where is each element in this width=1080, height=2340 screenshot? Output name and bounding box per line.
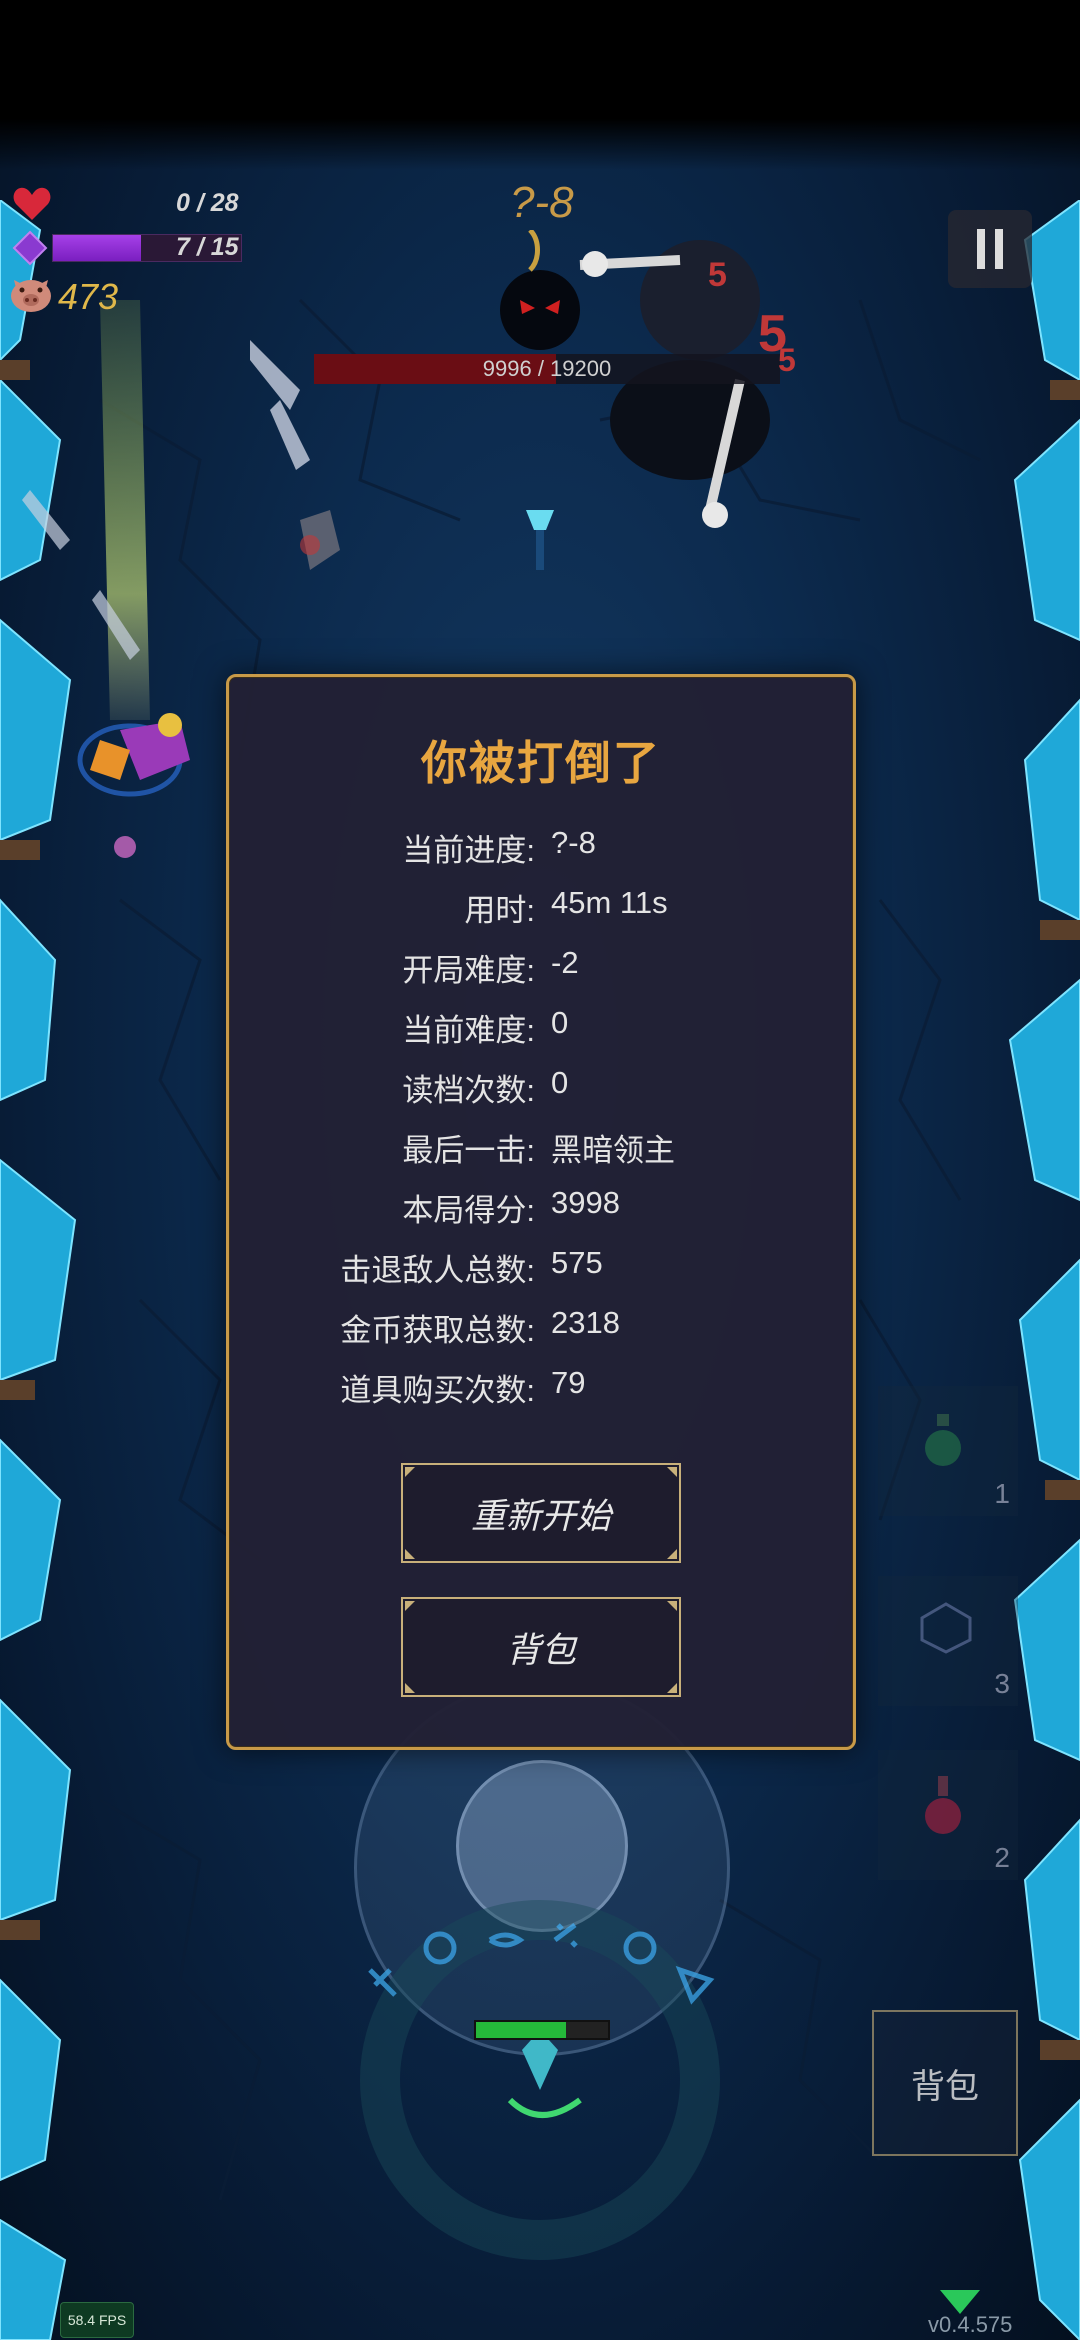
skill-ring	[360, 1900, 720, 2260]
dice-icon	[920, 1602, 972, 1654]
stat-label: 最后一击:	[402, 1133, 535, 1168]
item-slot[interactable]: 3	[878, 1576, 1018, 1706]
top-fade	[0, 0, 1080, 170]
restart-button[interactable]: 重新开始	[401, 1463, 681, 1563]
pause-icon-bar	[995, 229, 1003, 269]
stat-label: 击退敌人总数:	[340, 1253, 535, 1288]
loot-orb	[114, 836, 136, 858]
stat-value: 79	[551, 1365, 586, 1400]
stat-value: 575	[551, 1245, 603, 1280]
item-slot[interactable]: 2	[878, 1750, 1018, 1880]
enemy-sprite	[300, 510, 340, 570]
item-slot[interactable]: 1	[878, 1386, 1018, 1516]
stat-label: 道具购买次数:	[340, 1373, 535, 1408]
item-slot-count: 2	[994, 1842, 1010, 1873]
stat-value: 0	[551, 1065, 569, 1100]
stat-row: 当前难度: 0	[229, 997, 853, 1057]
damage-number: 5	[708, 256, 727, 294]
stat-row: 用时: 45m 11s	[229, 877, 853, 937]
restart-button-label: 重新开始	[470, 1496, 611, 1536]
stats-list: 当前进度: ?-8 用时: 45m 11s 开局难度: -2 当前难度: 0 读档次数: 0 最后一…	[229, 817, 853, 1417]
pause-icon-bar	[977, 229, 985, 269]
stat-value: 2318	[551, 1305, 620, 1340]
player-health-bar	[474, 2020, 610, 2040]
stat-row: 当前进度: ?-8	[229, 817, 853, 877]
mana-gem-icon	[12, 230, 48, 266]
stat-row: 本局得分: 3998	[229, 1177, 853, 1237]
bag-dialog-button[interactable]: 背包	[401, 1597, 681, 1697]
stat-row: 击退敌人总数: 575	[229, 1237, 853, 1297]
item-slot-count: 1	[994, 1478, 1010, 1509]
item-slot-count: 3	[994, 1668, 1010, 1699]
mana-bar-fill	[53, 235, 142, 261]
stat-value: 3998	[551, 1185, 620, 1220]
stat-value: 黑暗领主	[551, 1133, 675, 1168]
corner-ornament	[667, 1467, 677, 1477]
corner-ornament	[667, 1601, 677, 1611]
stat-label: 当前进度:	[402, 833, 535, 868]
corner-ornament	[405, 1683, 415, 1693]
fps-counter: 58.4 FPS	[60, 2302, 134, 2338]
level-indicator: ?-8	[510, 178, 574, 227]
corner-ornament	[405, 1601, 415, 1611]
coin-counter: 473	[58, 276, 119, 317]
defeat-dialog: 你被打倒了 当前进度: ?-8 用时: 45m 11s 开局难度: -2 当前难度: 0 读档次…	[226, 674, 856, 1750]
pause-button[interactable]	[948, 210, 1032, 288]
corner-ornament	[405, 1549, 415, 1559]
stat-value: 0	[551, 1005, 569, 1040]
stat-row: 开局难度: -2	[229, 937, 853, 997]
dialog-title: 你被打倒了	[421, 737, 661, 789]
stat-value: -2	[551, 945, 579, 980]
stat-row: 最后一击: 黑暗领主	[229, 1117, 853, 1177]
boss-health-bar: 9996 / 19200	[314, 354, 780, 384]
potion-green-icon	[925, 1414, 961, 1466]
stat-label: 金币获取总数:	[340, 1313, 535, 1348]
stat-label: 本局得分:	[402, 1193, 535, 1228]
corner-ornament	[667, 1683, 677, 1693]
triangle-marker-icon	[940, 2290, 980, 2314]
player-character	[77, 713, 190, 797]
damage-number: 5	[778, 342, 796, 378]
version-label: v0.4.575	[928, 2312, 1013, 2337]
stat-row: 读档次数: 0	[229, 1057, 853, 1117]
mana-counter: 7 / 15	[176, 233, 239, 261]
boss-health-text: 9996 / 19200	[482, 356, 612, 381]
stat-row: 道具购买次数: 79	[229, 1357, 853, 1417]
corner-ornament	[405, 1467, 415, 1477]
stat-label: 读档次数:	[402, 1073, 535, 1108]
stat-label: 开局难度:	[402, 953, 535, 988]
boss-dark-lord	[500, 230, 770, 528]
bag-dialog-button-label: 背包	[505, 1630, 576, 1670]
hp-counter: 0 / 28	[176, 189, 239, 217]
heart-icon	[13, 187, 51, 220]
corner-ornament	[667, 1549, 677, 1559]
stat-value: 45m 11s	[551, 885, 668, 920]
stat-label: 用时:	[464, 893, 535, 928]
stat-label: 当前难度:	[402, 1013, 535, 1048]
stat-row: 金币获取总数: 2318	[229, 1297, 853, 1357]
stat-value: ?-8	[551, 825, 596, 860]
player-health-fill	[476, 2022, 566, 2038]
piggy-bank-icon	[11, 280, 51, 312]
potion-red-icon	[925, 1776, 961, 1834]
bag-button[interactable]: 背包	[872, 2010, 1018, 2156]
